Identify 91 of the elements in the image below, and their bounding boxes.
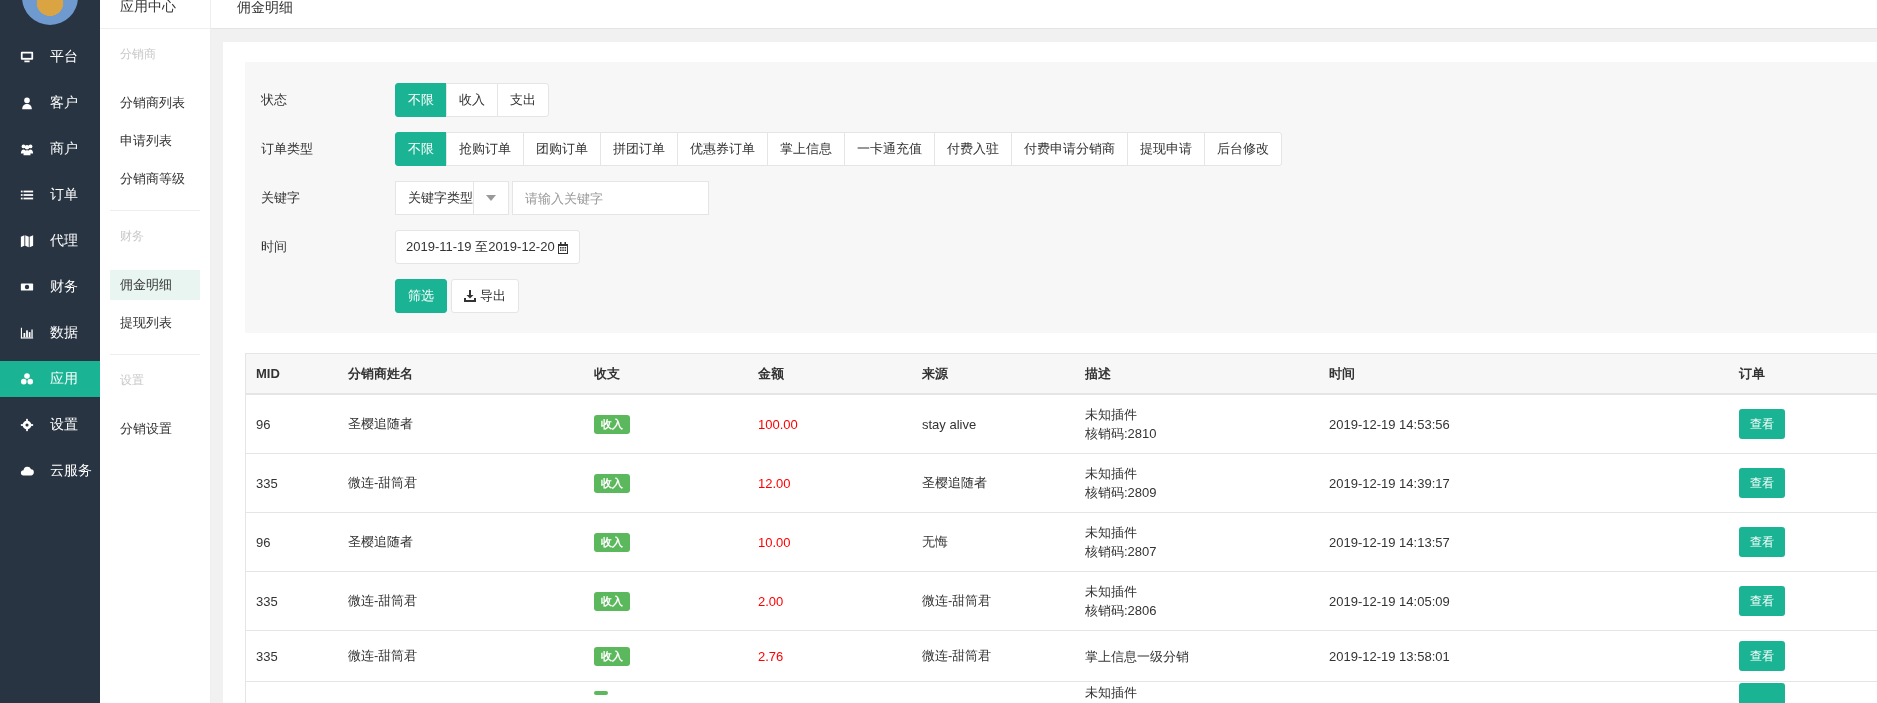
sidebar-item[interactable]: 商户 [0, 131, 100, 167]
description-cell-text: 未知插件 核销码:2807 [1085, 524, 1157, 561]
amount-cell: 100.00 [758, 416, 798, 432]
income-badge: 收入 [594, 646, 630, 666]
table-cell: 微连-甜筒君 [348, 593, 418, 608]
income-badge: 收入 [594, 473, 630, 493]
sidebar-item[interactable]: 订单 [0, 177, 100, 213]
table-cell: 2019-12-19 14:39:17 [1329, 475, 1450, 491]
sidebar-item[interactable]: 代理 [0, 223, 100, 259]
user-icon [20, 96, 34, 110]
submenu-item[interactable]: 分销商等级 [110, 164, 200, 194]
table-cell: 335 [256, 593, 278, 609]
table-cell: 微连-甜筒君 [922, 593, 992, 608]
submenu-item[interactable]: 分销商列表 [110, 88, 200, 118]
column-header: MID [255, 366, 281, 381]
column-header: 来源 [921, 364, 949, 383]
filter-option[interactable]: 付费申请分销商 [1011, 132, 1128, 166]
amount-cell: 10.00 [758, 534, 791, 550]
table-cell: 微连-甜筒君 [348, 648, 418, 663]
monitor-icon [20, 50, 34, 64]
keyword-type-select[interactable]: 关键字类型 [395, 181, 509, 215]
bar-chart-icon [20, 326, 34, 340]
table-cell: 圣樱追随者 [348, 534, 413, 549]
submenu-item[interactable]: 申请列表 [110, 126, 200, 156]
column-header: 时间 [1328, 364, 1356, 383]
table-cell: 2019-12-19 13:58:01 [1329, 648, 1450, 664]
table-cell: 微连-甜筒君 [922, 648, 992, 663]
filter-option[interactable]: 收入 [446, 83, 498, 117]
description-cell-text: 未知插件 核销码:2806 [1085, 583, 1157, 620]
sidebar-item[interactable]: 财务 [0, 269, 100, 305]
column-header: 金额 [757, 364, 785, 383]
sidebar-item[interactable]: 设置 [0, 407, 100, 443]
amount-cell: 2.00 [758, 593, 784, 609]
sidebar-item[interactable]: 客户 [0, 85, 100, 121]
filter-option[interactable]: 付费入驻 [934, 132, 1012, 166]
sidebar-item[interactable]: 数据 [0, 315, 100, 351]
sidebar-item[interactable]: 平台 [0, 39, 100, 75]
table-cell: 圣樱追随者 [348, 416, 413, 431]
filter-option[interactable]: 掌上信息 [767, 132, 845, 166]
cloud-icon [20, 464, 34, 478]
filter-option[interactable]: 提现申请 [1127, 132, 1205, 166]
table-cell: 96 [256, 416, 271, 432]
filter-option[interactable]: 优惠券订单 [677, 132, 768, 166]
table-cell: stay alive [922, 416, 977, 432]
column-header: 描述 [1084, 364, 1112, 383]
table-cell: 2019-12-19 14:13:57 [1329, 534, 1450, 550]
page-title: 佣金明细 [237, 0, 293, 15]
table-cell: 96 [256, 534, 271, 550]
column-header: 订单 [1738, 364, 1766, 383]
sidebar-item[interactable]: 云服务 [0, 453, 100, 489]
export-button[interactable]: 导出 [451, 279, 519, 313]
amount-cell: 12.00 [758, 475, 791, 491]
filter-option[interactable]: 团购订单 [523, 132, 601, 166]
map-icon [20, 234, 34, 248]
table-cell: 圣樱追随者 [922, 475, 987, 490]
filter-label: 订单类型 [261, 140, 314, 158]
income-badge: 收入 [594, 591, 630, 611]
filter-option[interactable]: 后台修改 [1204, 132, 1282, 166]
table-cell: 微连-甜筒君 [348, 475, 418, 490]
list-icon [20, 188, 34, 202]
filter-option[interactable]: 拼团订单 [600, 132, 678, 166]
column-header: 收支 [593, 364, 621, 383]
filter-label: 状态 [261, 91, 288, 109]
description-cell-text: 未知插件 核销码:2810 [1085, 406, 1157, 443]
submenu-item[interactable]: 佣金明细 [110, 270, 200, 300]
submenu-item[interactable]: 分销设置 [110, 414, 200, 444]
table-cell: 335 [256, 475, 278, 491]
date-range-field[interactable]: 2019-11-19 至2019-12-20 [395, 230, 580, 264]
column-header: 分销商姓名 [347, 364, 414, 383]
amount-cell: 2.76 [758, 648, 784, 664]
table-cell: 2019-12-19 14:53:56 [1329, 416, 1450, 432]
caret-icon [486, 195, 496, 201]
filter-label: 关键字 [261, 189, 301, 207]
download-icon [464, 290, 476, 302]
table-cell: 335 [256, 648, 278, 664]
description-cell-text: 未知插件 核销码:2809 [1085, 465, 1157, 502]
filter-option[interactable]: 抢购订单 [446, 132, 524, 166]
keyword-input[interactable]: 请输入关键字 [512, 181, 709, 215]
income-badge: 收入 [594, 532, 630, 552]
users-icon [20, 142, 34, 156]
table-cell: 无悔 [922, 534, 948, 549]
filter-label: 时间 [261, 238, 288, 256]
income-badge [594, 691, 608, 695]
description-cell-text: 未知插件 [1085, 684, 1137, 702]
filter-option[interactable]: 支出 [497, 83, 549, 117]
filter-option[interactable]: 一卡通充值 [844, 132, 935, 166]
description-cell-text: 掌上信息一级分销 [1085, 647, 1189, 666]
table-cell: 2019-12-19 14:05:09 [1329, 593, 1450, 609]
submenu-item[interactable]: 提现列表 [110, 308, 200, 338]
calendar-icon [556, 240, 569, 254]
income-badge: 收入 [594, 414, 630, 434]
